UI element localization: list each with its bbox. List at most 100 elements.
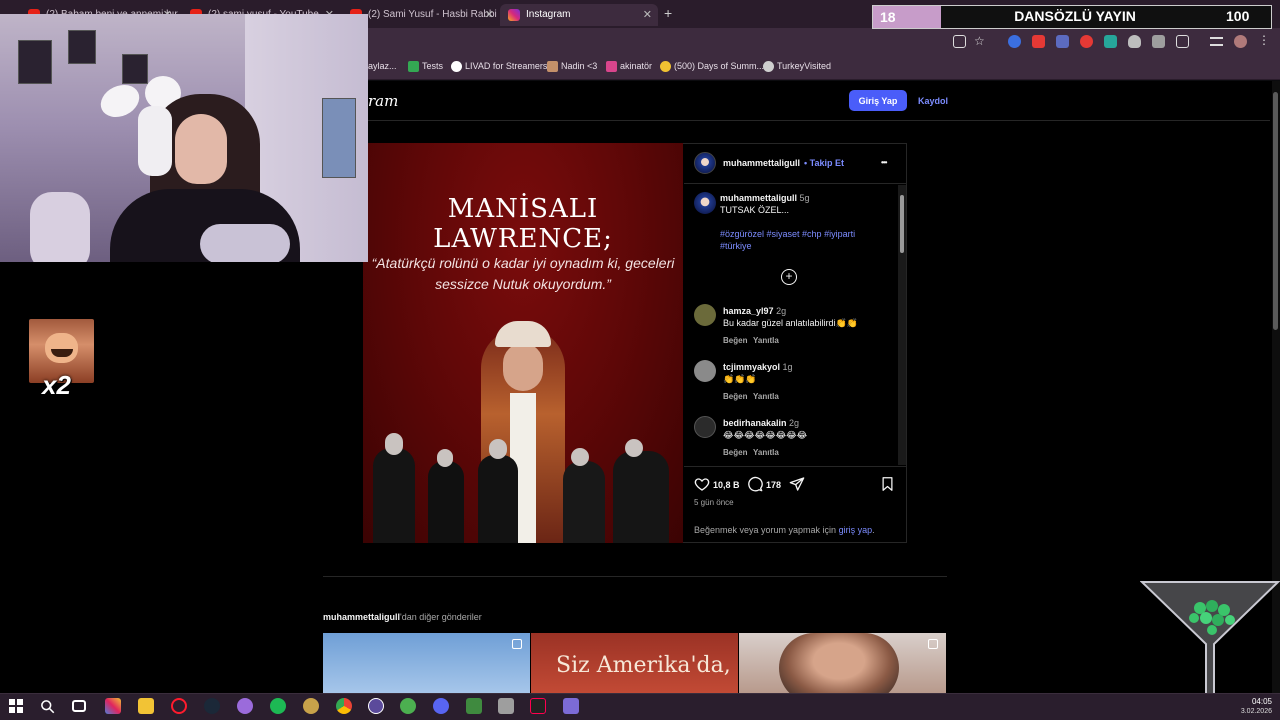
bookmark-item[interactable]: akinatör xyxy=(606,61,652,72)
cast-icon[interactable] xyxy=(953,35,966,48)
search-icon[interactable] xyxy=(40,699,55,714)
akinator-icon xyxy=(606,61,617,72)
spotify-icon[interactable] xyxy=(270,698,286,714)
bookmark-label: TurkeyVisited xyxy=(777,61,832,71)
close-icon[interactable]: ✕ xyxy=(485,8,494,21)
minecraft-icon[interactable] xyxy=(466,698,482,714)
app-icon[interactable] xyxy=(237,698,253,714)
like-comment-button[interactable]: Beğen xyxy=(723,448,747,457)
post-username[interactable]: muhammettaligull xyxy=(723,158,800,168)
reply-button[interactable]: Yanıtla xyxy=(753,392,779,401)
extension-icon[interactable] xyxy=(1080,35,1093,48)
reply-button[interactable]: Yanıtla xyxy=(753,336,779,345)
comment-username[interactable]: hamza_yl97 2g xyxy=(723,306,786,316)
avatar[interactable] xyxy=(694,192,716,214)
like-comment-button[interactable]: Beğen xyxy=(723,336,747,345)
comment-username[interactable]: tcjimmyakyol 1g xyxy=(723,362,793,372)
app-icon[interactable] xyxy=(498,698,514,714)
login-link[interactable]: giriş yap xyxy=(839,525,873,535)
livad-icon xyxy=(451,61,462,72)
bookmark-icon[interactable] xyxy=(880,476,895,492)
queue-icon[interactable] xyxy=(1210,37,1223,46)
caption-text: TUTSAK ÖZEL... xyxy=(720,205,790,215)
username[interactable]: tcjimmyakyol xyxy=(723,362,780,372)
app-icon[interactable] xyxy=(400,698,416,714)
task-view-icon[interactable] xyxy=(72,700,86,712)
extension-icon[interactable] xyxy=(1032,35,1045,48)
image-quote: “Atatürkçü rolünü o kadar iyi oynadım ki… xyxy=(371,255,675,292)
bookmark-label: (500) Days of Summ... xyxy=(674,61,765,71)
username[interactable]: hamza_yl97 xyxy=(723,306,774,316)
chrome-icon[interactable] xyxy=(336,698,352,714)
goal-target: 100 xyxy=(1226,8,1250,24)
app-icon[interactable] xyxy=(563,698,579,714)
steam-icon[interactable] xyxy=(204,698,220,714)
extension-icon[interactable] xyxy=(1152,35,1165,48)
scrollbar-thumb[interactable] xyxy=(900,195,904,253)
heart-icon[interactable] xyxy=(694,476,710,492)
file-explorer-icon[interactable] xyxy=(138,698,154,714)
like-comment-button[interactable]: Beğen xyxy=(723,392,747,401)
follow-button[interactable]: • Takip Et xyxy=(804,158,844,168)
bookmark-item[interactable]: TurkeyVisited xyxy=(763,61,832,72)
emote-multiplier: x2 xyxy=(42,370,71,400)
share-icon[interactable] xyxy=(789,476,805,492)
login-hint-text: Beğenmek veya yorum yapmak için xyxy=(694,525,839,535)
login-button[interactable]: Giriş Yap xyxy=(849,90,907,111)
divider xyxy=(323,576,947,577)
more-posts-username[interactable]: muhammettaligull xyxy=(323,612,400,622)
load-more-comments-icon[interactable]: + xyxy=(781,269,797,285)
globe-icon xyxy=(763,61,774,72)
avatar[interactable] xyxy=(694,304,716,326)
post-thumbnail[interactable] xyxy=(323,633,530,693)
avatar[interactable] xyxy=(694,360,716,382)
obs-icon[interactable] xyxy=(368,698,384,714)
reply-button[interactable]: Yanıtla xyxy=(753,448,779,457)
emote-face xyxy=(45,333,78,363)
avatar[interactable] xyxy=(1234,35,1247,48)
signup-link[interactable]: Kaydol xyxy=(918,96,948,106)
username[interactable]: muhammettaligull xyxy=(720,193,797,203)
username[interactable]: bedirhanakalin xyxy=(723,418,787,428)
page-scrollbar-thumb[interactable] xyxy=(1273,92,1278,330)
tab-instagram[interactable]: Instagram ✕ xyxy=(500,4,658,26)
extension-icon[interactable] xyxy=(1008,35,1021,48)
opera-icon[interactable] xyxy=(171,698,187,714)
bookmark-label: Tests xyxy=(422,61,444,71)
caption-hashtags[interactable]: #özgürözel #siyaset #chp #iyiparti #türk… xyxy=(720,228,880,252)
clock-time[interactable]: 04:05 xyxy=(1240,697,1272,706)
bookmark-item[interactable]: Tests xyxy=(408,61,444,72)
menu-icon[interactable]: ⋮ xyxy=(1258,33,1271,47)
copilot-icon[interactable] xyxy=(105,698,121,714)
bookmark-item[interactable]: LIVAD for Streamers xyxy=(451,61,547,72)
windows-start-icon[interactable] xyxy=(9,699,23,713)
avatar[interactable] xyxy=(694,416,716,438)
figure-suit xyxy=(613,451,669,543)
shield-icon[interactable] xyxy=(1128,35,1141,48)
bookmark-item[interactable]: Nadin <3 xyxy=(547,61,597,72)
bookmark-item[interactable]: (500) Days of Summ... xyxy=(660,61,765,72)
headset xyxy=(138,106,172,176)
post-thumbnail[interactable] xyxy=(739,633,946,693)
comment-text: Bu kadar güzel anlatılabilirdi👏👏 xyxy=(723,318,858,328)
figure-face xyxy=(503,343,543,391)
caption-username[interactable]: muhammettaligull 5g xyxy=(720,193,810,203)
more-options-icon[interactable]: ••• xyxy=(881,158,887,167)
extension-icon[interactable] xyxy=(1056,35,1069,48)
extension-icon[interactable] xyxy=(1104,35,1117,48)
clock-date[interactable]: 3.02.2026 xyxy=(1232,708,1272,715)
new-tab-button[interactable]: + xyxy=(664,5,672,21)
thumbnail-text: Siz Amerika'da, xyxy=(556,653,731,678)
post-thumbnail[interactable]: Siz Amerika'da, xyxy=(531,633,738,693)
puzzle-icon[interactable] xyxy=(1176,35,1189,48)
avatar[interactable] xyxy=(694,152,716,174)
star-icon[interactable]: ☆ xyxy=(974,34,987,48)
close-icon[interactable]: ✕ xyxy=(643,8,652,21)
comment-icon[interactable] xyxy=(747,476,763,492)
discord-icon[interactable] xyxy=(433,698,449,714)
comment-username[interactable]: bedirhanakalin 2g xyxy=(723,418,799,428)
app-icon[interactable] xyxy=(303,698,319,714)
tiktok-icon[interactable] xyxy=(530,698,546,714)
tab-title: Instagram xyxy=(526,9,571,20)
instagram-logo[interactable]: ram xyxy=(368,92,398,110)
